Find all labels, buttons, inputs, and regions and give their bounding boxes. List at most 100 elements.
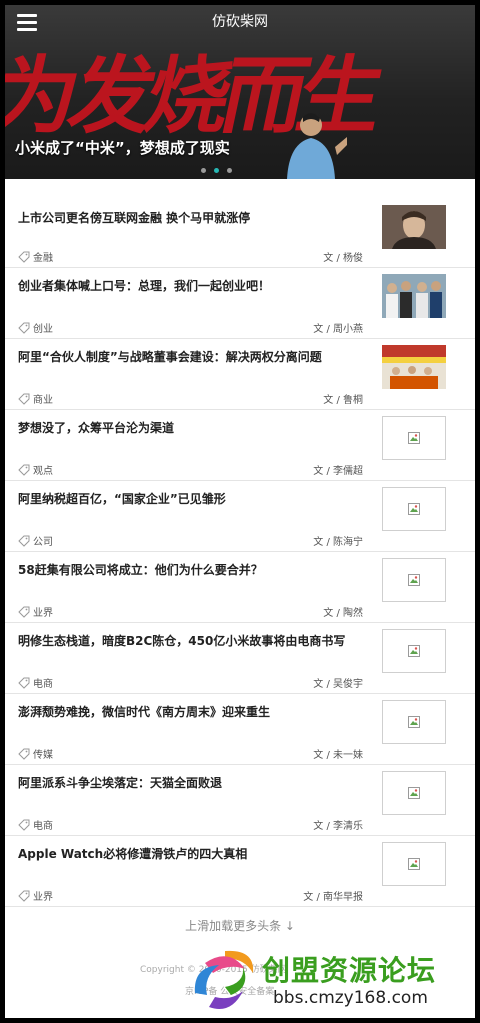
article-tag[interactable]: 传媒 [18,746,53,761]
broken-image-icon [408,645,420,657]
article-tag[interactable]: 业界 [18,888,53,903]
article-title[interactable]: 上市公司更名傍互联网金融 换个马甲就涨停 [18,210,373,226]
article-tag[interactable]: 金融 [18,249,53,264]
watermark-text: 创盟资源论坛 [262,954,437,987]
article-author: 文 / 未一妹 [313,750,363,761]
article-tag-label[interactable]: 商业 [33,391,53,406]
article-meta: 传媒 文 / 未一妹 [18,746,363,761]
article-item[interactable]: 梦想没了，众筹平台沦为渠道 观点 文 / 李儒超 [5,410,475,481]
tag-icon [18,464,30,476]
article-tag[interactable]: 创业 [18,320,53,335]
article-meta: 电商 文 / 吴俊宇 [18,675,363,690]
page-frame: 为发烧而生 仿砍柴网 小米成了“中米”，梦想成了现实 上市公司更名傍互联网金融 … [5,5,475,1018]
article-meta: 公司 文 / 陈海宁 [18,533,363,548]
article-title[interactable]: 阿里纳税超百亿，“国家企业”已见雏形 [18,491,373,507]
article-title[interactable]: 创业者集体喊上口号：总理，我们一起创业吧！ [18,278,373,294]
site-title: 仿砍柴网 [212,14,268,30]
article-meta: 业界 文 / 南华早报 [18,888,363,903]
article-meta: 业界 文 / 陶然 [18,604,363,619]
article-author: 文 / 杨俊 [323,253,363,264]
article-tag[interactable]: 业界 [18,604,53,619]
article-list: 上市公司更名傍互联网金融 换个马甲就涨停 金融 文 / 杨俊 创业者集体喊上口号… [5,179,475,907]
article-tag-label[interactable]: 业界 [33,604,53,619]
article-thumbnail-broken[interactable] [382,558,446,602]
article-title[interactable]: 明修生态栈道，暗度B2C陈仓，450亿小米故事将由电商书写 [18,633,373,649]
article-thumbnail-broken[interactable] [382,416,446,460]
article-tag-label[interactable]: 金融 [33,249,53,264]
article-meta: 电商 文 / 李清乐 [18,817,363,832]
article-tag-label[interactable]: 电商 [33,675,53,690]
article-thumbnail-broken[interactable] [382,771,446,815]
article-title[interactable]: 梦想没了，众筹平台沦为渠道 [18,420,373,436]
article-tag[interactable]: 商业 [18,391,53,406]
article-item[interactable]: 阿里“合伙人制度”与战略董事会建设：解决两权分离问题 商业 文 / 鲁桐 [5,339,475,410]
watermark-logo: 创盟资源论坛 bbs.cmzy168.com [185,943,475,1015]
article-tag[interactable]: 公司 [18,533,53,548]
article-meta: 观点 文 / 李儒超 [18,462,363,477]
article-tag[interactable]: 观点 [18,462,53,477]
article-tag-label[interactable]: 电商 [33,817,53,832]
article-item[interactable]: 明修生态栈道，暗度B2C陈仓，450亿小米故事将由电商书写 电商 文 / 吴俊宇 [5,623,475,694]
article-thumbnail[interactable] [382,274,446,318]
tag-icon [18,322,30,334]
article-title[interactable]: 58赶集有限公司将成立：他们为什么要合并？ [18,562,373,578]
article-author: 文 / 陈海宁 [313,537,363,548]
banner-caption[interactable]: 小米成了“中米”，梦想成了现实 [15,137,230,158]
tag-icon [18,890,30,902]
watermark-swirl-icon [194,950,254,1009]
tag-icon [18,606,30,618]
article-tag[interactable]: 电商 [18,817,53,832]
article-meta: 商业 文 / 鲁桐 [18,391,363,406]
article-item[interactable]: Apple Watch必将修遭滑铁卢的四大真相 业界 文 / 南华早报 [5,836,475,907]
article-author: 文 / 南华早报 [303,892,363,903]
article-tag-label[interactable]: 公司 [33,533,53,548]
broken-image-icon [408,432,420,444]
article-title[interactable]: 阿里派系斗争尘埃落定：天猫全面败退 [18,775,373,791]
banner-art-text: 为发烧而生 [5,46,386,145]
broken-image-icon [408,503,420,515]
tag-icon [18,535,30,547]
article-tag-label[interactable]: 观点 [33,462,53,477]
tag-icon [18,677,30,689]
article-item[interactable]: 阿里纳税超百亿，“国家企业”已见雏形 公司 文 / 陈海宁 [5,481,475,552]
tag-icon [18,748,30,760]
slide-indicator [201,168,232,173]
article-item[interactable]: 澎湃颓势难挽，微信时代《南方周末》迎来重生 传媒 文 / 未一妹 [5,694,475,765]
article-item[interactable]: 58赶集有限公司将成立：他们为什么要合并？ 业界 文 / 陶然 [5,552,475,623]
article-thumbnail-broken[interactable] [382,700,446,744]
article-author: 文 / 李清乐 [313,821,363,832]
article-thumbnail[interactable] [382,205,446,249]
article-tag-label[interactable]: 传媒 [33,746,53,761]
slide-dot-active[interactable] [214,168,219,173]
article-thumbnail-broken[interactable] [382,487,446,531]
article-thumbnail[interactable] [382,345,446,389]
slide-dot[interactable] [201,168,206,173]
article-thumbnail-broken[interactable] [382,629,446,673]
article-item[interactable]: 上市公司更名傍互联网金融 换个马甲就涨停 金融 文 / 杨俊 [5,179,475,268]
article-author: 文 / 吴俊宇 [313,679,363,690]
article-author: 文 / 周小燕 [313,324,363,335]
article-meta: 创业 文 / 周小燕 [18,320,363,335]
watermark-url: bbs.cmzy168.com [273,988,428,1008]
tag-icon [18,819,30,831]
article-tag-label[interactable]: 业界 [33,888,53,903]
article-author: 文 / 李儒超 [313,466,363,477]
article-title[interactable]: 澎湃颓势难挽，微信时代《南方周末》迎来重生 [18,704,373,720]
article-author: 文 / 鲁桐 [323,395,363,406]
article-item[interactable]: 创业者集体喊上口号：总理，我们一起创业吧！ 创业 文 / 周小燕 [5,268,475,339]
load-more-link[interactable]: 上滑加载更多头条 ↓ [5,917,475,934]
banner-slider[interactable]: 为发烧而生 仿砍柴网 小米成了“中米”，梦想成了现实 [5,5,475,179]
article-title[interactable]: 阿里“合伙人制度”与战略董事会建设：解决两权分离问题 [18,349,373,365]
tag-icon [18,393,30,405]
article-thumbnail-broken[interactable] [382,842,446,886]
broken-image-icon [408,787,420,799]
article-tag-label[interactable]: 创业 [33,320,53,335]
slide-dot[interactable] [227,168,232,173]
article-title[interactable]: Apple Watch必将修遭滑铁卢的四大真相 [18,846,373,862]
article-tag[interactable]: 电商 [18,675,53,690]
banner-person-image [287,113,347,179]
tag-icon [18,251,30,263]
article-item[interactable]: 阿里派系斗争尘埃落定：天猫全面败退 电商 文 / 李清乐 [5,765,475,836]
article-meta: 金融 文 / 杨俊 [18,249,363,264]
broken-image-icon [408,858,420,870]
